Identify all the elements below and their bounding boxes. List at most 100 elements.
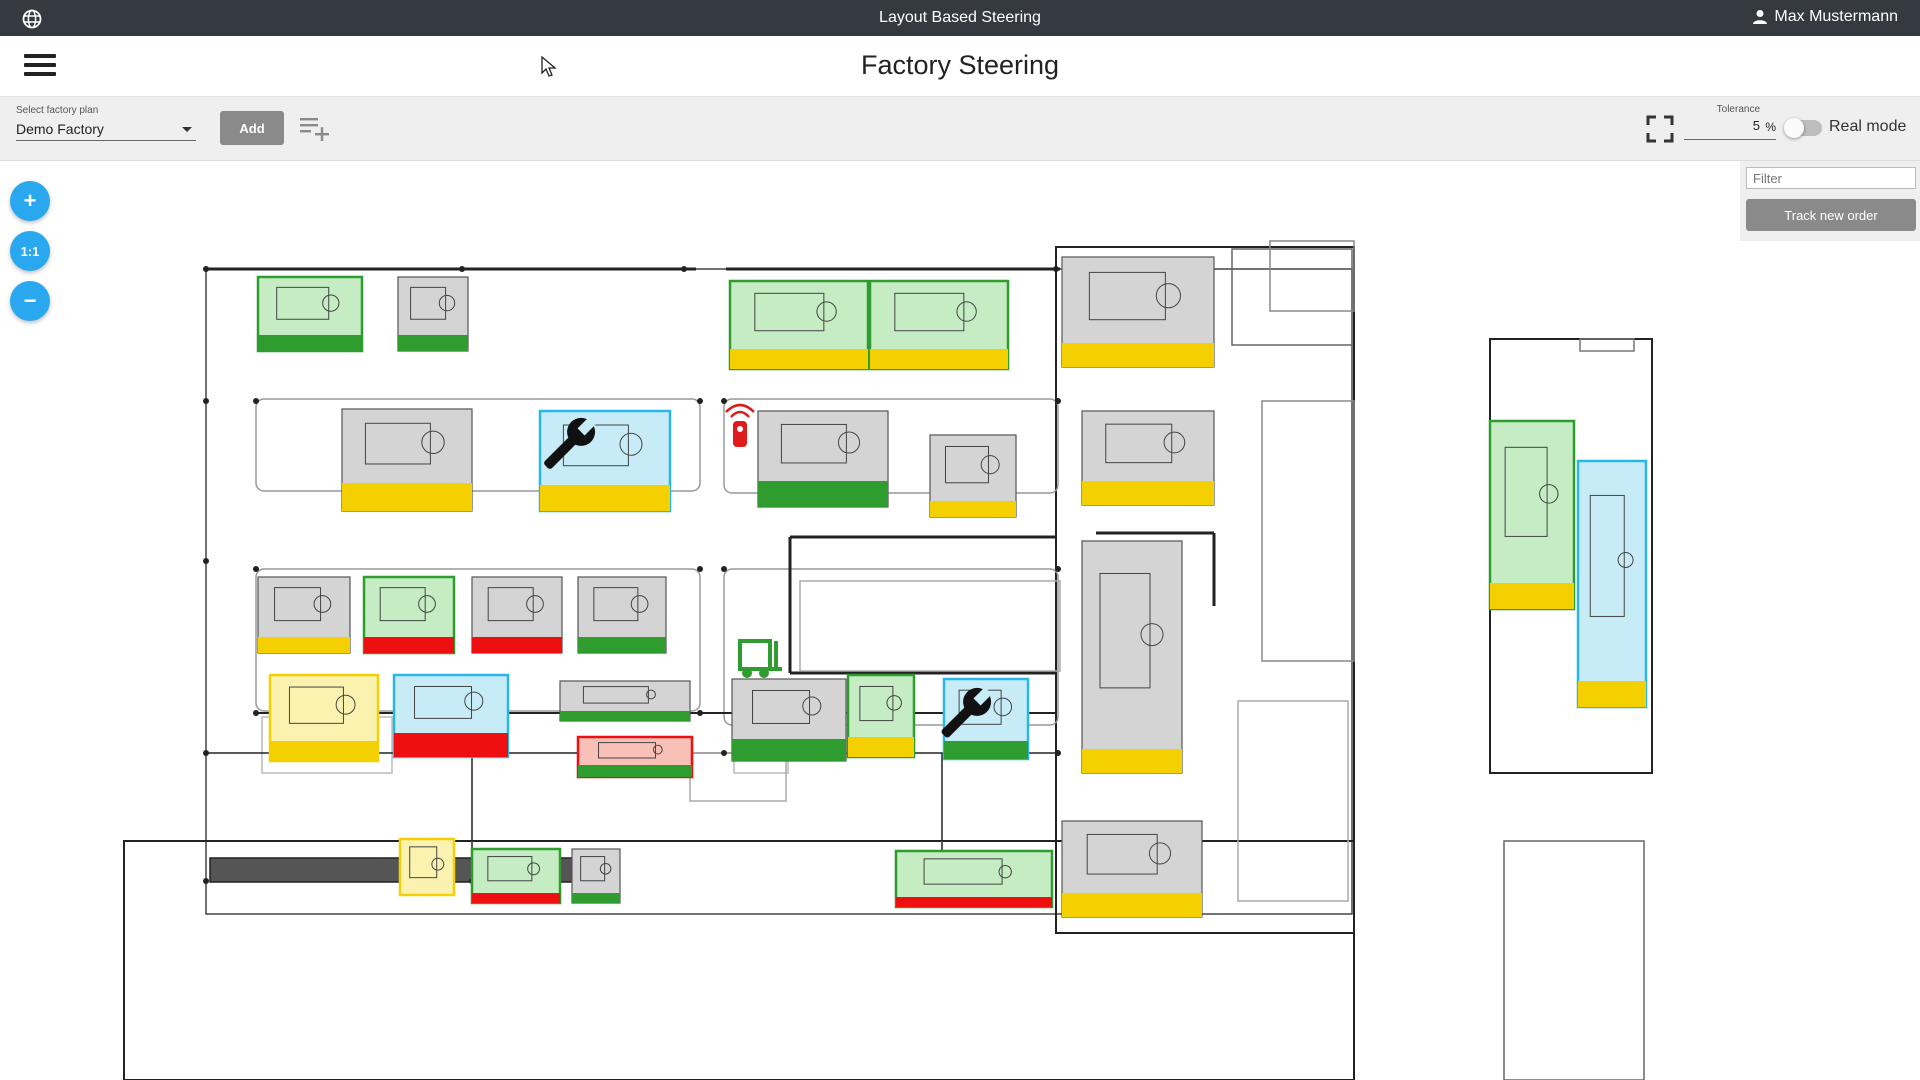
column-post	[697, 566, 703, 572]
tolerance-field[interactable]: Tolerance 5 %	[1684, 104, 1776, 140]
station-status-bar	[870, 349, 1008, 369]
station-group	[256, 256, 1648, 918]
machine-station[interactable]	[257, 576, 351, 654]
station-status-bar	[1062, 893, 1202, 917]
dropdown-arrow-icon	[182, 127, 192, 132]
machine-station[interactable]	[559, 680, 691, 722]
machine-station[interactable]	[397, 276, 469, 352]
factory-plan-selected: Demo Factory	[16, 121, 104, 137]
station-status-bar	[1490, 583, 1574, 609]
app-title: Layout Based Steering	[879, 9, 1041, 26]
station-area	[1576, 459, 1648, 709]
column-post	[697, 398, 703, 404]
machine-station[interactable]	[268, 673, 380, 763]
app-header: Factory Steering	[0, 36, 1920, 97]
station-status-bar	[730, 349, 868, 369]
zoom-in-button[interactable]: +	[10, 181, 50, 221]
machine-station[interactable]	[846, 673, 916, 759]
playlist-add-icon[interactable]	[299, 115, 331, 141]
machine-station[interactable]	[894, 849, 1054, 909]
station-status-bar	[572, 893, 620, 903]
machine-station[interactable]	[341, 408, 473, 512]
machine-station[interactable]	[1061, 256, 1215, 368]
machine-station[interactable]	[728, 279, 870, 371]
station-status-bar	[578, 637, 666, 653]
station-status-bar	[258, 335, 362, 351]
machine-station[interactable]	[538, 409, 672, 513]
page-title: Factory Steering	[860, 50, 1060, 80]
mouse-cursor-icon	[541, 56, 557, 77]
station-status-bar	[472, 637, 562, 653]
machine-station[interactable]	[576, 735, 694, 779]
station-status-bar	[270, 741, 378, 761]
station-status-bar	[1578, 681, 1646, 707]
machine-station[interactable]	[731, 678, 847, 762]
machine-station[interactable]	[256, 275, 364, 353]
machine-station[interactable]	[1081, 540, 1183, 774]
column-post	[1055, 750, 1061, 756]
tolerance-input[interactable]: 5 %	[1684, 118, 1776, 140]
station-status-bar	[364, 637, 454, 653]
column-post	[203, 558, 209, 564]
station-status-bar	[930, 501, 1016, 517]
station-status-bar	[578, 765, 692, 777]
factory-floor-plan[interactable]	[0, 161, 1920, 1080]
machine-station[interactable]	[571, 848, 621, 904]
station-status-bar	[342, 483, 472, 511]
rfid-beacon-icon	[725, 403, 755, 447]
station-area	[398, 837, 456, 897]
column-post	[1055, 398, 1061, 404]
zoom-out-button[interactable]: −	[10, 281, 50, 321]
station-status-bar	[896, 897, 1052, 907]
column-post	[721, 750, 727, 756]
globe-icon[interactable]	[22, 9, 42, 29]
machine-station[interactable]	[577, 576, 667, 654]
tolerance-label: Tolerance	[1716, 104, 1760, 115]
person-icon	[1753, 10, 1768, 24]
machine-station[interactable]	[868, 279, 1010, 371]
toolbar: Select factory plan Demo Factory Add Tol…	[0, 97, 1920, 161]
column-post	[721, 566, 727, 572]
machine-station[interactable]	[1488, 419, 1576, 611]
machine-station[interactable]	[362, 575, 456, 655]
factory-plan-value[interactable]: Demo Factory	[16, 120, 196, 141]
fullscreen-icon[interactable]	[1646, 115, 1674, 143]
zoom-reset-button[interactable]: 1:1	[10, 231, 50, 271]
column-post	[203, 878, 209, 884]
station-area	[1081, 540, 1183, 774]
station-status-bar	[472, 893, 560, 903]
machine-station[interactable]	[757, 410, 889, 508]
machine-station[interactable]	[1061, 820, 1203, 918]
column-post	[721, 398, 727, 404]
column-post	[697, 710, 703, 716]
machine-station[interactable]	[929, 434, 1017, 518]
station-status-bar	[1062, 343, 1214, 367]
add-button[interactable]: Add	[220, 111, 284, 145]
column-post	[1055, 566, 1061, 572]
station-status-bar	[540, 485, 670, 511]
station-status-bar	[398, 335, 468, 351]
station-status-bar	[394, 733, 508, 757]
station-status-bar	[1082, 749, 1182, 773]
station-status-bar	[848, 737, 914, 757]
column-post	[253, 566, 259, 572]
real-mode-toggle[interactable]	[1784, 118, 1822, 138]
machine-station[interactable]	[398, 837, 456, 897]
machine-station[interactable]	[471, 576, 563, 654]
forklift-icon	[738, 639, 782, 678]
machine-station[interactable]	[470, 847, 562, 905]
user-name: Max Mustermann	[1774, 8, 1898, 25]
column-post	[1053, 266, 1059, 272]
system-bar: Layout Based Steering Max Mustermann	[0, 0, 1920, 36]
user-menu[interactable]: Max Mustermann	[1752, 8, 1898, 26]
machine-station[interactable]	[392, 673, 510, 759]
station-status-bar	[758, 481, 888, 507]
tolerance-unit: %	[1765, 120, 1776, 134]
station-area	[1488, 419, 1576, 611]
machine-station[interactable]	[1081, 410, 1215, 506]
column-post	[203, 398, 209, 404]
factory-plan-select[interactable]: Select factory plan Demo Factory	[16, 105, 196, 141]
machine-station[interactable]	[1576, 459, 1648, 709]
factory-plan-label: Select factory plan	[16, 105, 99, 116]
station-status-bar	[732, 739, 846, 761]
